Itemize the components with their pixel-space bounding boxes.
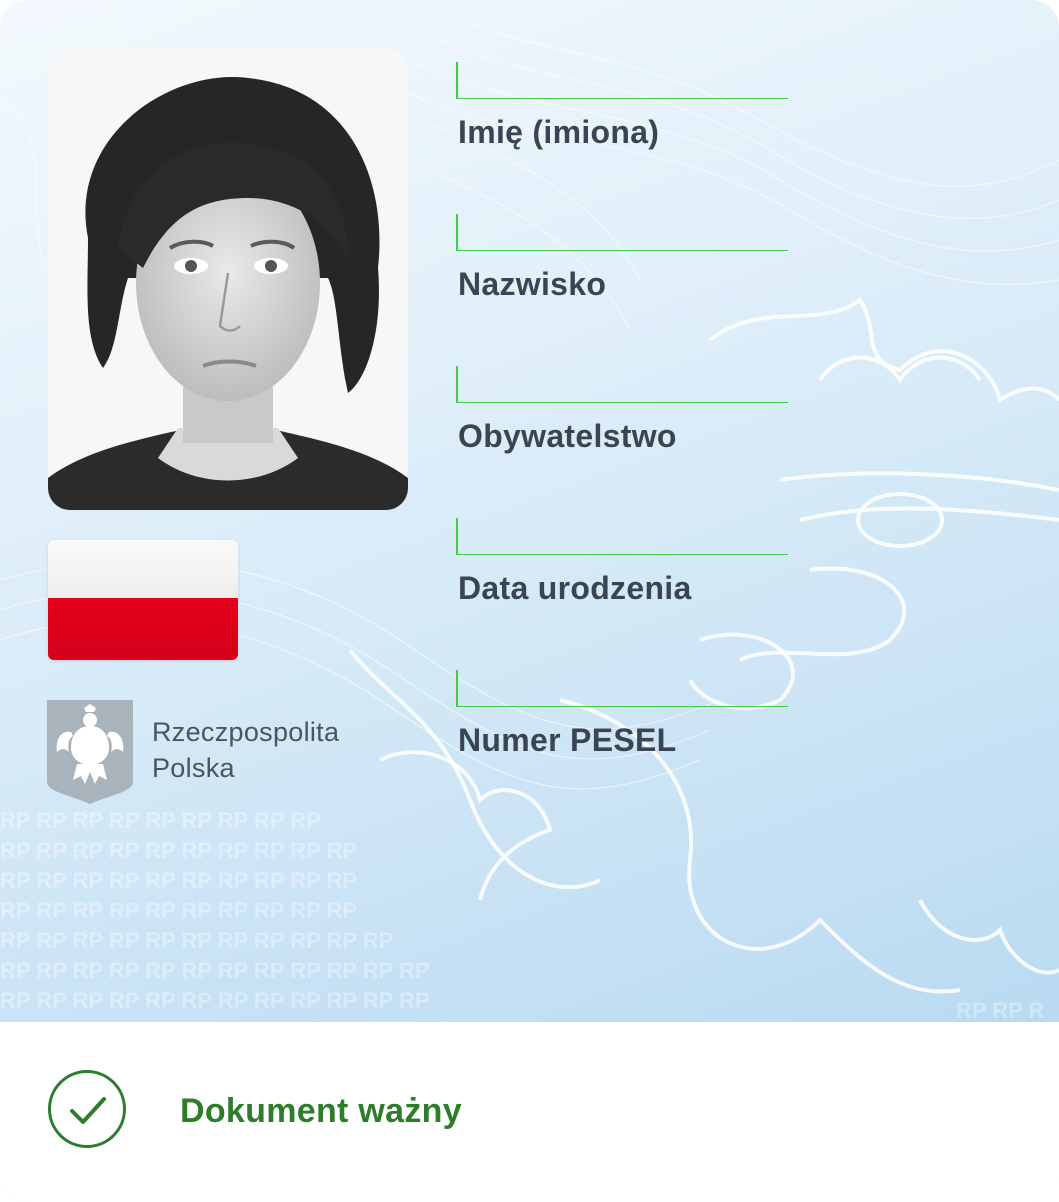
- svg-text:RP RP RP RP RP RP RP RP RP RP: RP RP RP RP RP RP RP RP RP RP RP RP: [0, 958, 430, 983]
- mobile-id-card: RP RP RP RP RP RP RP RP RP RP RP RP RP R…: [0, 0, 1059, 1202]
- check-circle-icon: [48, 1070, 126, 1148]
- flag-white-stripe: [48, 540, 238, 598]
- field-value-line: [456, 518, 788, 555]
- field-label: Numer PESEL: [458, 722, 677, 758]
- country-name-line1: Rzeczpospolita: [152, 717, 340, 747]
- svg-text:RP RP RP RP RP RP RP RP RP RP: RP RP RP RP RP RP RP RP RP RP RP: [0, 928, 393, 953]
- svg-text:RP RP R: RP RP R: [956, 998, 1045, 1022]
- country-name-line2: Polska: [152, 753, 235, 783]
- poland-flag: [48, 540, 238, 660]
- flag-red-stripe: [48, 598, 238, 660]
- status-text: Dokument ważny: [180, 1092, 462, 1130]
- field-label: Nazwisko: [458, 266, 607, 302]
- eagle-emblem-icon: [47, 700, 133, 804]
- field-value-line: [456, 62, 788, 99]
- field-value-line: [456, 366, 788, 403]
- country-name: Rzeczpospolita Polska: [152, 714, 339, 786]
- svg-text:RP RP RP RP RP RP RP RP RP RP: RP RP RP RP RP RP RP RP RP RP: [0, 868, 357, 893]
- field-value-line: [456, 670, 788, 707]
- svg-text:RP RP RP RP RP RP RP RP RP: RP RP RP RP RP RP RP RP RP: [0, 808, 321, 833]
- document-status: Dokument ważny: [0, 1022, 1059, 1202]
- document-background: RP RP RP RP RP RP RP RP RP RP RP RP RP R…: [0, 0, 1059, 1022]
- svg-text:RP RP RP RP RP RP RP RP RP RP: RP RP RP RP RP RP RP RP RP RP: [0, 898, 357, 923]
- field-label: Data urodzenia: [458, 570, 692, 606]
- svg-text:RP RP RP RP RP RP RP RP RP RP: RP RP RP RP RP RP RP RP RP RP: [0, 838, 357, 863]
- field-label: Imię (imiona): [458, 114, 660, 150]
- svg-text:RP RP RP RP RP RP RP RP RP RP: RP RP RP RP RP RP RP RP RP RP RP RP: [0, 988, 430, 1013]
- field-label: Obywatelstwo: [458, 418, 677, 454]
- field-value-line: [456, 214, 788, 251]
- holder-photo: [48, 48, 408, 510]
